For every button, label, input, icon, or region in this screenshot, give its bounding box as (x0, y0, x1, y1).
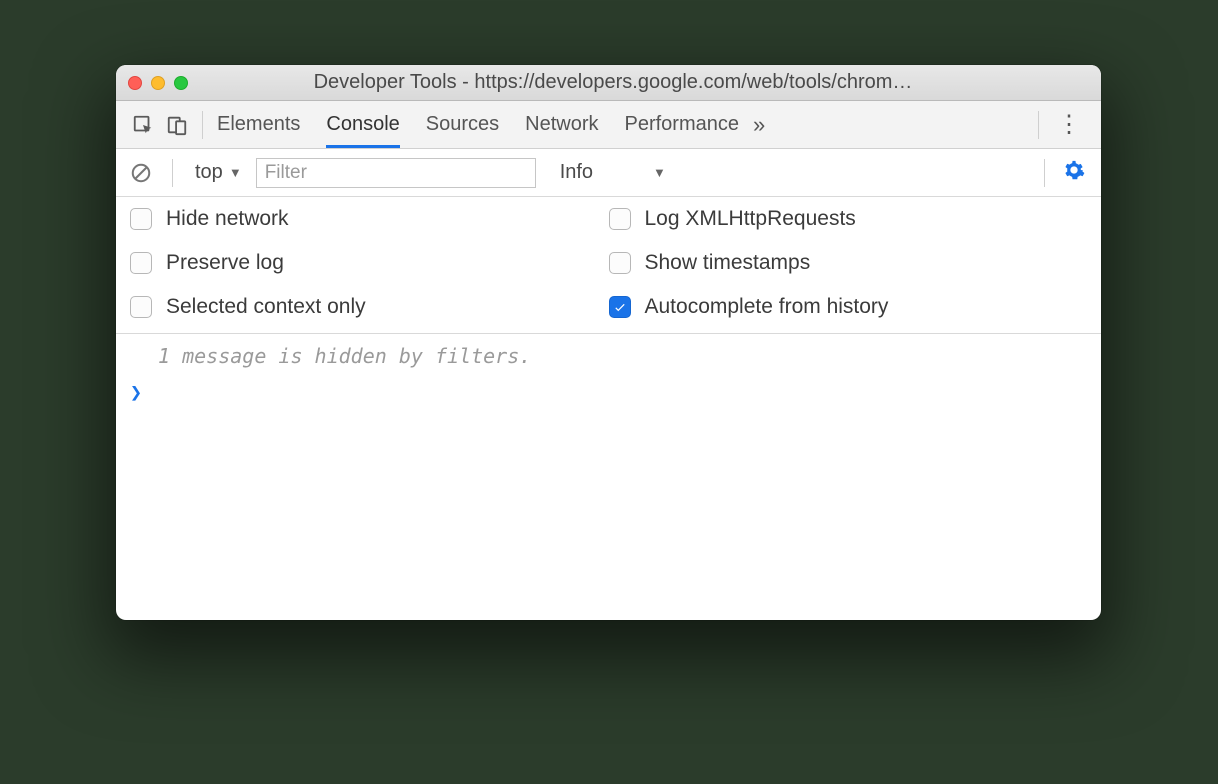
more-tabs-icon[interactable]: » (745, 112, 773, 138)
log-level-selector[interactable]: Info ▼ (560, 161, 666, 184)
checkbox[interactable] (609, 208, 631, 230)
option-show-timestamps[interactable]: Show timestamps (609, 251, 1088, 275)
hidden-messages-notice: 1 message is hidden by filters. (130, 344, 1087, 368)
option-label: Show timestamps (645, 251, 811, 275)
console-prompt[interactable]: ❯ (130, 380, 1087, 404)
window-title: Developer Tools - https://developers.goo… (137, 71, 1089, 94)
context-label: top (195, 161, 223, 184)
chevron-down-icon: ▼ (653, 165, 666, 180)
tab-sources[interactable]: Sources (426, 101, 499, 148)
console-toolbar: top ▼ Info ▼ (116, 149, 1101, 197)
devtools-window: Developer Tools - https://developers.goo… (116, 65, 1101, 620)
option-label: Preserve log (166, 251, 284, 275)
context-selector[interactable]: top ▼ (191, 161, 246, 184)
console-output: 1 message is hidden by filters. ❯ (116, 334, 1101, 620)
log-level-label: Info (560, 161, 593, 184)
separator (202, 111, 203, 139)
devtools-tabbar: Elements Console Sources Network Perform… (116, 101, 1101, 149)
separator (172, 159, 173, 187)
checkbox[interactable] (609, 296, 631, 318)
option-selected-context-only[interactable]: Selected context only (130, 295, 609, 319)
option-preserve-log[interactable]: Preserve log (130, 251, 609, 275)
console-settings-panel: Hide network Log XMLHttpRequests Preserv… (116, 197, 1101, 334)
panel-tabs: Elements Console Sources Network Perform… (211, 101, 745, 148)
option-hide-network[interactable]: Hide network (130, 207, 609, 231)
chevron-down-icon: ▼ (229, 165, 242, 180)
devtools-menu-icon[interactable]: ⋮ (1047, 110, 1091, 139)
option-label: Selected context only (166, 295, 366, 319)
tab-console[interactable]: Console (326, 101, 399, 148)
option-autocomplete-history[interactable]: Autocomplete from history (609, 295, 1088, 319)
option-label: Hide network (166, 207, 289, 231)
option-log-xhr[interactable]: Log XMLHttpRequests (609, 207, 1088, 231)
filter-input[interactable] (256, 158, 536, 188)
tab-performance[interactable]: Performance (625, 101, 740, 148)
checkbox[interactable] (130, 296, 152, 318)
separator (1044, 159, 1045, 187)
console-settings-icon[interactable] (1063, 159, 1089, 187)
option-label: Log XMLHttpRequests (645, 207, 856, 231)
window-titlebar: Developer Tools - https://developers.goo… (116, 65, 1101, 101)
checkbox[interactable] (609, 252, 631, 274)
device-toolbar-icon[interactable] (160, 108, 194, 142)
separator (1038, 111, 1039, 139)
tab-elements[interactable]: Elements (217, 101, 300, 148)
checkbox[interactable] (130, 208, 152, 230)
option-label: Autocomplete from history (645, 295, 889, 319)
checkbox[interactable] (130, 252, 152, 274)
tab-network[interactable]: Network (525, 101, 598, 148)
inspect-element-icon[interactable] (126, 108, 160, 142)
clear-console-icon[interactable] (128, 160, 154, 186)
